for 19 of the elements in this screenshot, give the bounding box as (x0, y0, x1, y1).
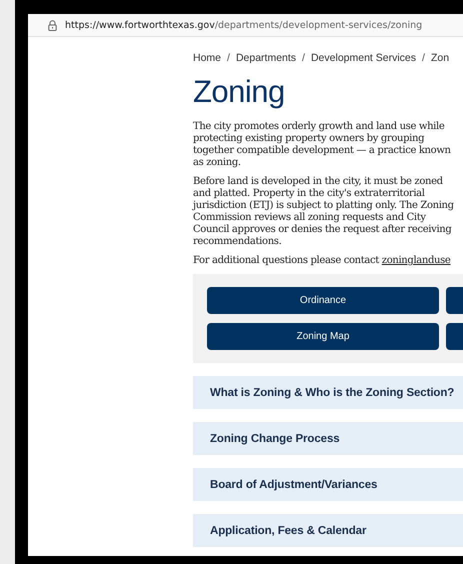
link-button[interactable]: Zoning Map (207, 323, 439, 350)
breadcrumb-link[interactable]: Development Services (310, 52, 416, 64)
paragraph: Before land is developed in the city, it must be zoned and platted. Property in the city's extraterritorial jurisdiction (ETJ) is subject to platting only. The Zoning Commission reviews all zoning requests and City Council approves or denies the request after receiving recommendations. (193, 176, 455, 248)
breadcrumb-separator: / (422, 52, 425, 64)
breadcrumb-link[interactable]: Departments (236, 52, 296, 64)
breadcrumb-separator: / (302, 52, 305, 64)
accordion-header[interactable]: What is Zoning & Who is the Zoning Section? (193, 376, 463, 409)
accordion-header[interactable]: Application, Fees & Calendar (193, 514, 463, 547)
lock-icon (48, 20, 57, 30)
email-link[interactable]: zoninglanduse (382, 255, 450, 266)
accordion-header[interactable]: Board of Adjustment/Variances (193, 468, 463, 501)
page-title: Zoning (193, 75, 286, 109)
breadcrumb-link[interactable]: Zon (430, 52, 450, 64)
link-button[interactable]: Ordinance (207, 287, 439, 314)
breadcrumb-separator: / (227, 52, 230, 64)
paragraph: The city promotes orderly growth and land use while protecting existing property owners by grouping together compatible development — a practice known as zoning. (193, 121, 452, 169)
contact-text: For additional questions please contact zoninglanduse (193, 255, 452, 267)
breadcrumb-link[interactable]: Home (193, 52, 222, 64)
accordion-header[interactable]: Zoning Change Process (193, 422, 463, 455)
